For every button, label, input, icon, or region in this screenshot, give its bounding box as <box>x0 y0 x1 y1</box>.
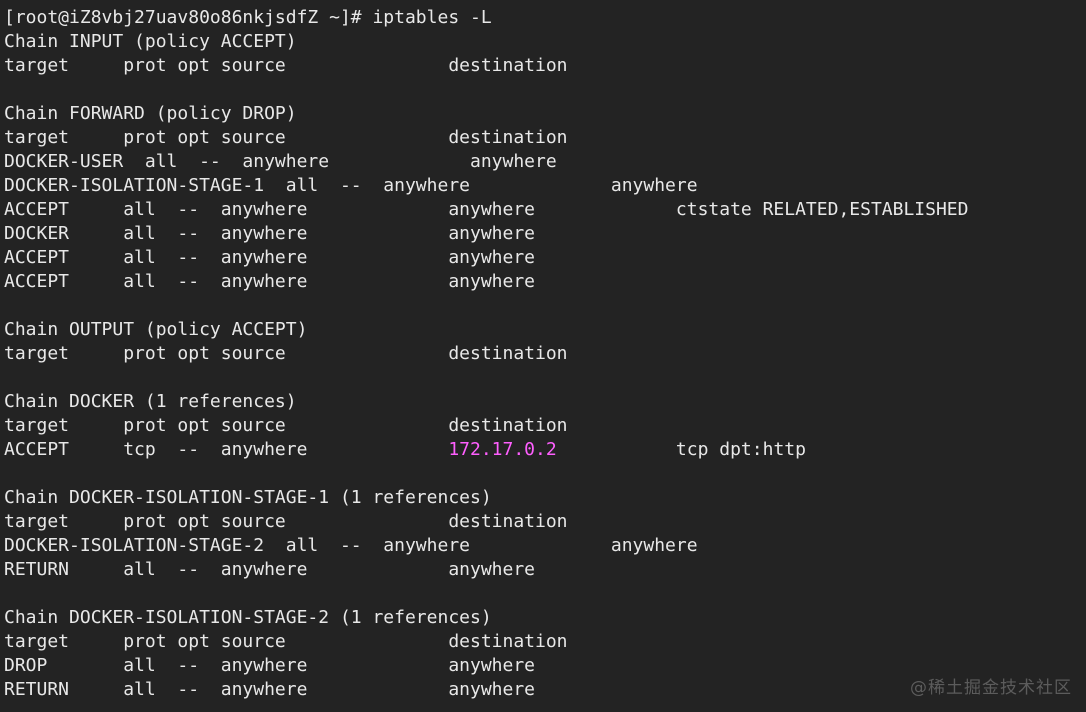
terminal-line: ACCEPT all -- anywhere anywhere <box>4 247 536 268</box>
terminal-line: Chain OUTPUT (policy ACCEPT) <box>4 319 308 340</box>
terminal-line: Chain INPUT (policy ACCEPT) <box>4 31 297 52</box>
terminal-line: DOCKER-USER all -- anywhere anywhere <box>4 151 557 172</box>
terminal-line: DROP all -- anywhere anywhere <box>4 655 536 676</box>
terminal-line: target prot opt source destination <box>4 343 568 364</box>
terminal-line: target prot opt source destination <box>4 631 568 652</box>
terminal-output[interactable]: [root@iZ8vbj27uav80o86nkjsdfZ ~]# iptabl… <box>0 0 1086 712</box>
destination-ip-highlight: 172.17.0.2 <box>448 439 557 460</box>
terminal-line: Chain DOCKER-ISOLATION-STAGE-1 (1 refere… <box>4 487 492 508</box>
terminal-line: ACCEPT tcp -- anywhere 172.17.0.2 tcp dp… <box>4 438 1086 462</box>
terminal-line: ACCEPT all -- anywhere anywhere ctstate … <box>4 199 969 220</box>
terminal-line: DOCKER-ISOLATION-STAGE-2 all -- anywhere… <box>4 535 698 556</box>
terminal-line: target prot opt source destination <box>4 55 568 76</box>
terminal-line: RETURN all -- anywhere anywhere <box>4 559 536 580</box>
terminal-line: RETURN all -- anywhere anywhere <box>4 679 536 700</box>
terminal-line: Chain DOCKER-ISOLATION-STAGE-2 (1 refere… <box>4 607 492 628</box>
terminal-line: target prot opt source destination <box>4 415 568 436</box>
terminal-text: tcp dpt:http <box>556 439 806 460</box>
terminal-line: target prot opt source destination <box>4 127 568 148</box>
terminal-line: Chain FORWARD (policy DROP) <box>4 103 297 124</box>
terminal-line: target prot opt source destination <box>4 511 568 532</box>
terminal-text: ACCEPT tcp -- anywhere <box>4 439 449 460</box>
terminal-line: DOCKER all -- anywhere anywhere <box>4 223 536 244</box>
terminal-line: Chain DOCKER (1 references) <box>4 391 297 412</box>
terminal-line: ACCEPT all -- anywhere anywhere <box>4 271 536 292</box>
terminal-line: DOCKER-ISOLATION-STAGE-1 all -- anywhere… <box>4 175 698 196</box>
terminal-line: [root@iZ8vbj27uav80o86nkjsdfZ ~]# iptabl… <box>4 7 492 28</box>
